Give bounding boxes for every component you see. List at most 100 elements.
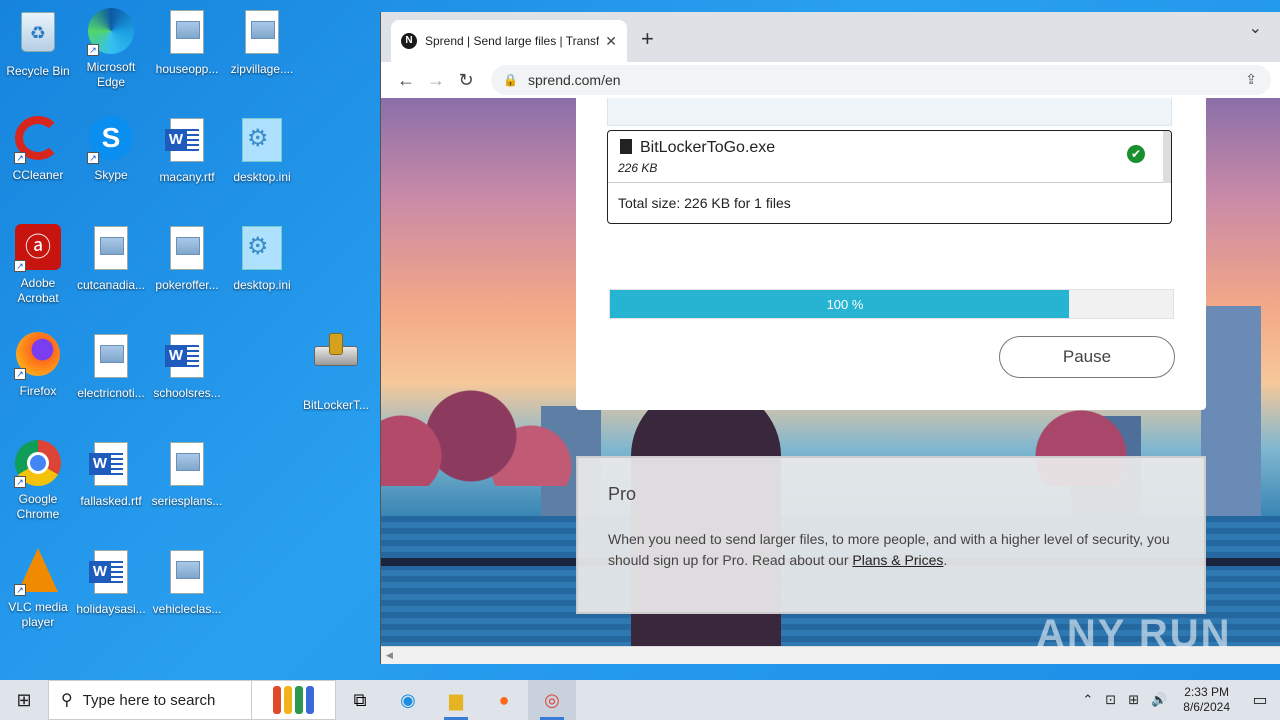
- notification-icon[interactable]: ▭: [1240, 690, 1280, 710]
- ccleaner-icon: ↗: [14, 116, 62, 164]
- scroll-left-icon[interactable]: ◀: [386, 650, 393, 661]
- icon-label: desktop.ini: [233, 170, 291, 184]
- image-file-icon: [163, 10, 211, 58]
- desktop-icon-file[interactable]: houseopp...: [149, 8, 225, 77]
- address-bar[interactable]: 🔒 sprend.com/en ⇪: [491, 65, 1271, 95]
- icon-label: schoolsres...: [153, 386, 221, 400]
- clock-time: 2:33 PM: [1184, 685, 1229, 699]
- lock-icon: 🔒: [503, 73, 518, 87]
- icon-label: VLC media player: [8, 600, 68, 629]
- desktop-icon-microsoft-edge[interactable]: ↗ Microsoft Edge: [73, 8, 149, 90]
- clock[interactable]: 2:33 PM 8/6/2024: [1183, 685, 1230, 715]
- drive-lock-icon: [312, 333, 360, 394]
- forward-icon[interactable]: →: [421, 70, 451, 91]
- desktop-icon-firefox[interactable]: ↗ Firefox: [0, 332, 76, 399]
- search-icon: ⚲: [61, 692, 73, 709]
- progress-label: 100 %: [826, 297, 864, 312]
- desktop-icon-file[interactable]: W schoolsres...: [149, 332, 225, 401]
- pause-button[interactable]: Pause: [999, 336, 1175, 378]
- icon-label: houseopp...: [155, 62, 219, 76]
- icon-label: seriesplans...: [151, 494, 223, 508]
- taskbar-edge-icon[interactable]: ◉: [384, 680, 432, 720]
- desktop-icon-file[interactable]: desktop.ini: [224, 224, 300, 293]
- skype-icon: S ↗: [87, 116, 135, 164]
- icon-label: zipvillage....: [230, 62, 294, 76]
- image-file-icon: [87, 334, 135, 382]
- settings-file-icon: [238, 226, 286, 274]
- sprend-favicon-icon: N: [401, 33, 417, 49]
- desktop-icon-adobe-acrobat[interactable]: ⓐ ↗ Adobe Acrobat: [0, 224, 76, 306]
- new-tab-icon[interactable]: +: [641, 26, 654, 52]
- desktop-icon-file[interactable]: desktop.ini: [224, 116, 300, 185]
- firefox-icon: ↗: [14, 332, 62, 380]
- desktop-icon-recycle-bin[interactable]: ♻ Recycle Bin: [0, 8, 76, 79]
- taskbar-search[interactable]: ⚲ Type here to search: [48, 680, 252, 720]
- file-list: BitLockerToGo.exe 226 KB ✔ Total size: 2…: [607, 130, 1172, 224]
- file-explorer-icon[interactable]: ▆: [432, 680, 480, 720]
- page-viewport: BitLockerToGo.exe 226 KB ✔ Total size: 2…: [381, 98, 1280, 646]
- system-tray: ⌃ ⊡ ⊞ 🔊 2:33 PM 8/6/2024 ▭: [1076, 680, 1280, 720]
- url-text: sprend.com/en: [527, 72, 621, 88]
- desktop-icon-file[interactable]: vehicleclas...: [149, 548, 225, 617]
- word-file-icon: W: [163, 334, 211, 382]
- browser-tab[interactable]: N Sprend | Send large files | Transfer ✕: [391, 20, 627, 62]
- taskbar: ⊞ ⚲ Type here to search ⧉ ◉ ▆ ● ◎ ⌃ ⊡ ⊞ …: [0, 680, 1280, 720]
- taskbar-chrome-icon[interactable]: ◎: [528, 680, 576, 720]
- upload-progress-bar: 100 %: [609, 289, 1174, 319]
- brush-icon: [284, 686, 292, 714]
- icon-label: Firefox: [19, 384, 57, 398]
- word-file-icon: W: [87, 550, 135, 598]
- meet-now-icon[interactable]: ⊡: [1105, 692, 1116, 708]
- desktop-icon-file[interactable]: W fallasked.rtf: [73, 440, 149, 509]
- desktop-icon-vlc[interactable]: ↗ VLC media player: [0, 548, 76, 630]
- desktop-icon-ccleaner[interactable]: ↗ CCleaner: [0, 116, 76, 183]
- icon-label: Google Chrome: [16, 492, 60, 521]
- reload-icon[interactable]: ↻: [451, 70, 481, 91]
- plans-prices-link[interactable]: Plans & Prices: [852, 552, 943, 568]
- desktop-icon-file[interactable]: pokeroffer...: [149, 224, 225, 293]
- brush-icon: [295, 686, 303, 714]
- chevron-up-icon[interactable]: ⌃: [1082, 692, 1093, 708]
- anyrun-watermark: ANY RUN: [1036, 612, 1232, 656]
- vlc-icon: ↗: [14, 548, 62, 596]
- image-file-icon: [238, 10, 286, 58]
- search-placeholder: Type here to search: [82, 691, 216, 709]
- drop-zone[interactable]: [607, 98, 1172, 126]
- back-icon[interactable]: ←: [391, 70, 421, 91]
- total-size: Total size: 226 KB for 1 files: [618, 195, 791, 211]
- share-icon[interactable]: ⇪: [1245, 71, 1257, 88]
- task-view-icon[interactable]: ⧉: [336, 680, 384, 720]
- icon-label: vehicleclas...: [152, 602, 222, 616]
- desktop-icon-skype[interactable]: S ↗ Skype: [73, 116, 149, 183]
- desktop-icon-file[interactable]: electricnoti...: [73, 332, 149, 401]
- edge-icon: ↗: [87, 8, 135, 56]
- close-tab-icon[interactable]: ✕: [605, 33, 617, 50]
- icon-label: macany.rtf: [159, 170, 215, 184]
- desktop-icon-file[interactable]: W holidaysasi...: [73, 548, 149, 617]
- file-list-item: BitLockerToGo.exe 226 KB ✔: [608, 131, 1171, 183]
- chevron-down-icon[interactable]: ⌄: [1249, 18, 1262, 38]
- pro-title: Pro: [608, 484, 637, 504]
- clock-date: 8/6/2024: [1183, 700, 1230, 714]
- paint-brushes-icon[interactable]: [252, 680, 336, 720]
- taskbar-firefox-icon[interactable]: ●: [480, 680, 528, 720]
- network-icon[interactable]: ⊞: [1128, 692, 1139, 708]
- desktop-icon-file[interactable]: W macany.rtf: [149, 116, 225, 185]
- settings-file-icon: [238, 118, 286, 166]
- desktop-icon-file[interactable]: zipvillage....: [224, 8, 300, 77]
- desktop-icon-file[interactable]: cutcanadia...: [73, 224, 149, 293]
- pro-description: When you need to send larger files, to m…: [608, 529, 1174, 571]
- icon-label: pokeroffer...: [155, 278, 219, 292]
- file-list-scrollbar[interactable]: [1163, 131, 1171, 183]
- desktop-icon-file[interactable]: seriesplans...: [149, 440, 225, 509]
- volume-icon[interactable]: 🔊: [1151, 692, 1167, 708]
- desktop-icon-bitlocker[interactable]: BitLockerT...: [298, 332, 374, 413]
- icon-label: Adobe Acrobat: [17, 276, 59, 305]
- file-size: 226 KB: [618, 161, 658, 175]
- windows-start-icon[interactable]: ⊞: [0, 680, 48, 720]
- file-name: BitLockerToGo.exe: [640, 139, 776, 156]
- desktop-icon-google-chrome[interactable]: ↗ Google Chrome: [0, 440, 76, 522]
- browser-toolbar: ← → ↻ 🔒 sprend.com/en ⇪: [381, 62, 1280, 98]
- tab-title: Sprend | Send large files | Transfer: [425, 34, 600, 48]
- image-file-icon: [163, 226, 211, 274]
